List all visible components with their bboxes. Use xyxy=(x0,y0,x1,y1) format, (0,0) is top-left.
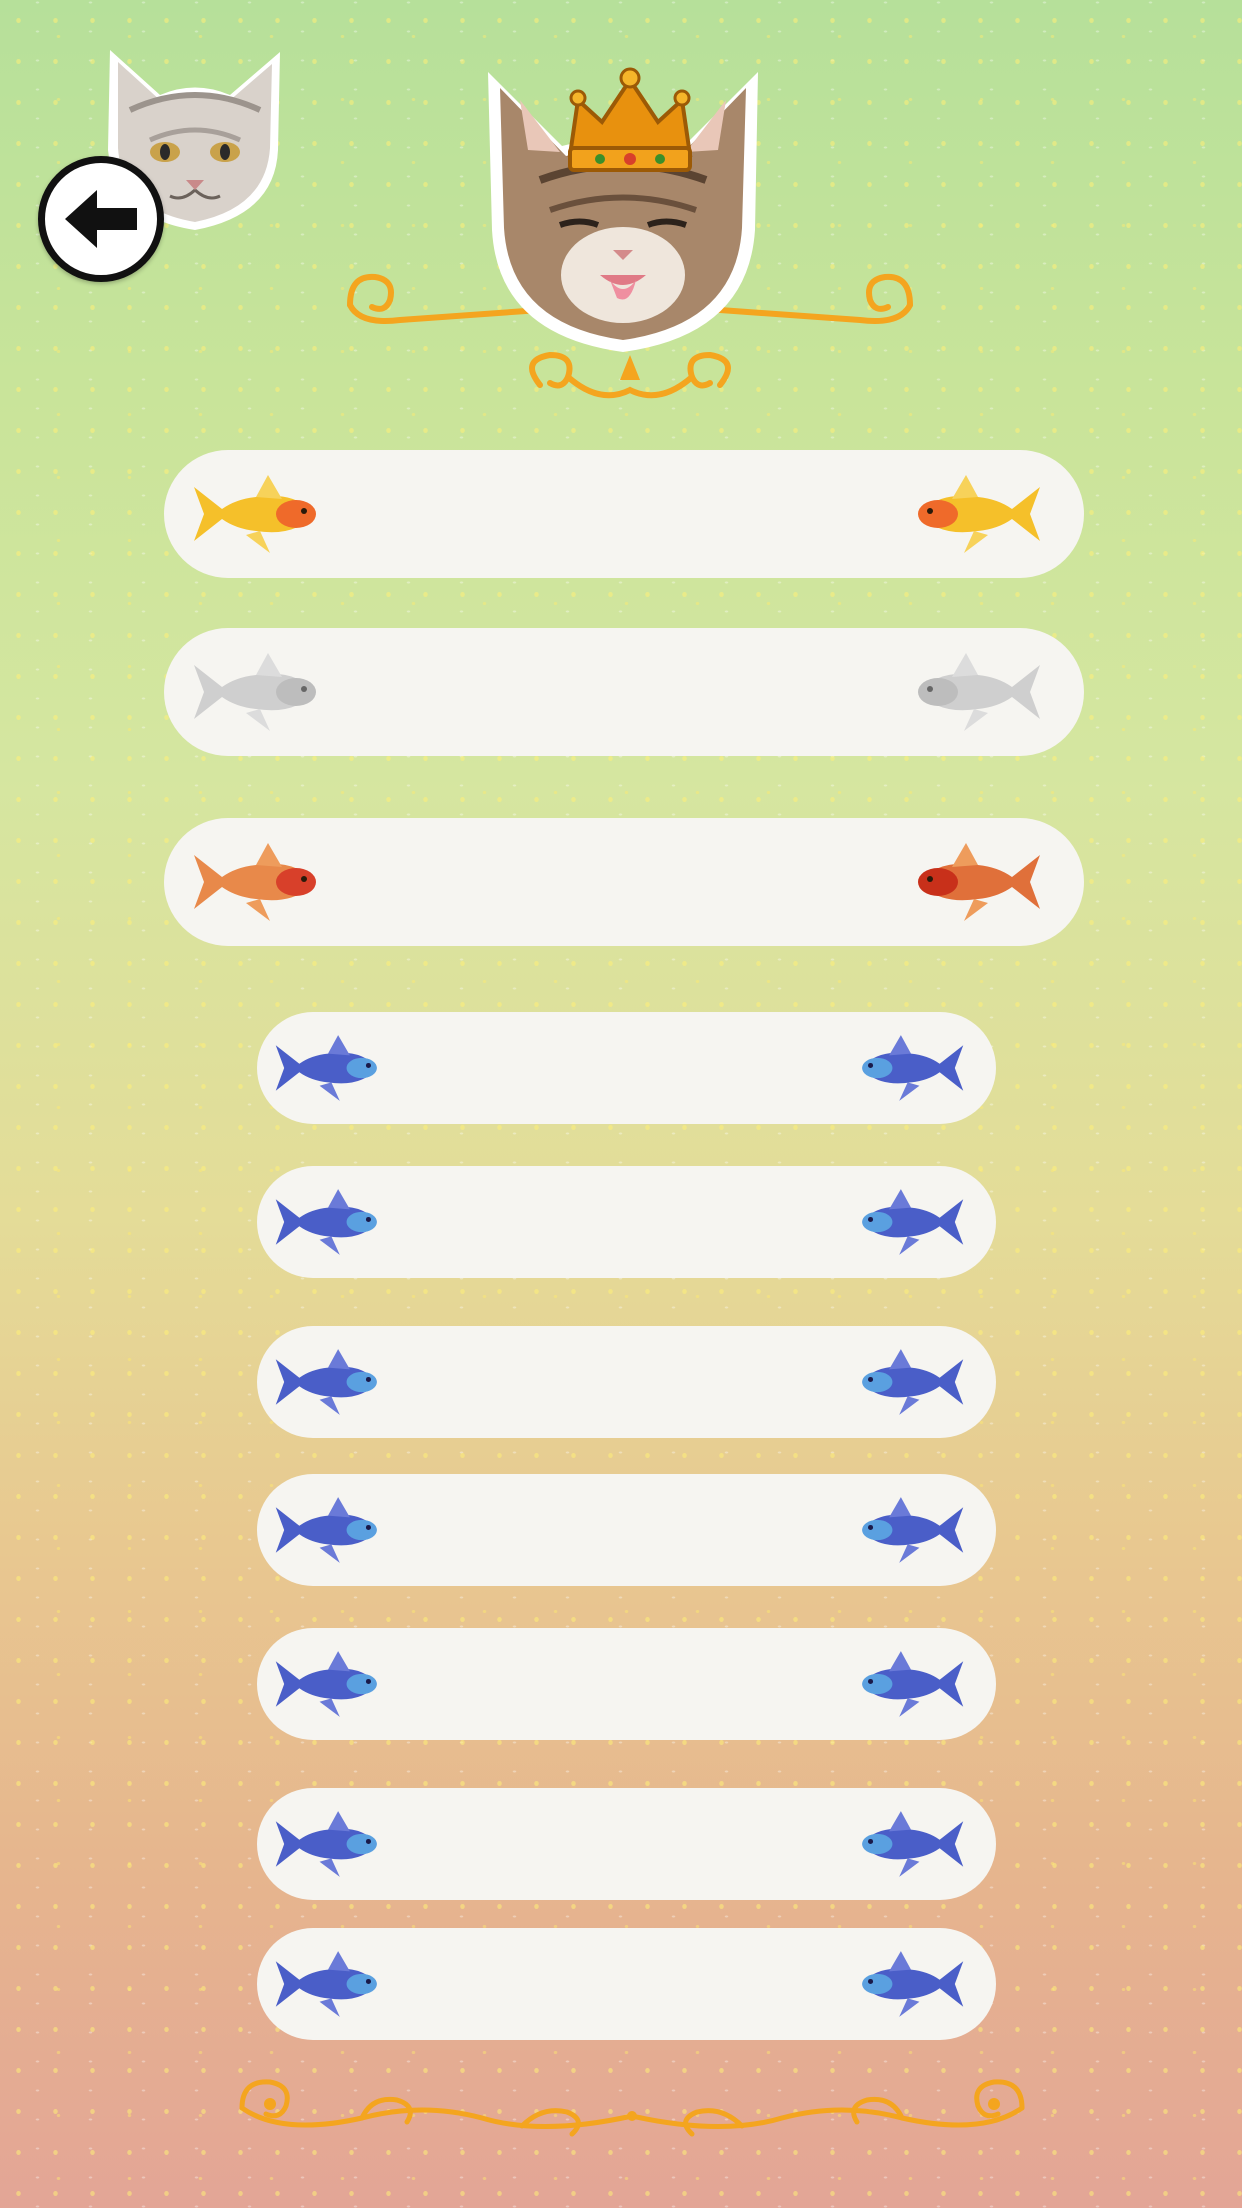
gold-fish-icon xyxy=(194,475,316,553)
leaderboard-row-10[interactable] xyxy=(257,1928,996,2040)
blue-fish-icon xyxy=(862,1189,964,1255)
bottom-flourish-ornament xyxy=(239,2079,1025,2137)
blue-fish-icon xyxy=(862,1811,964,1877)
blue-fish-icon xyxy=(275,1951,377,2017)
leaderboard-row-3[interactable] xyxy=(164,818,1084,946)
blue-fish-icon xyxy=(275,1651,377,1717)
back-button[interactable] xyxy=(38,156,164,282)
leaderboard-row-4[interactable] xyxy=(257,1012,996,1124)
leaderboard-row-8[interactable] xyxy=(257,1628,996,1740)
blue-fish-icon xyxy=(275,1035,377,1101)
silver-fish-icon xyxy=(918,653,1040,731)
leaderboard-row-5[interactable] xyxy=(257,1166,996,1278)
leaderboard-row-2[interactable] xyxy=(164,628,1084,756)
crown-icon xyxy=(567,67,693,172)
blue-fish-icon xyxy=(275,1497,377,1563)
blue-fish-icon xyxy=(862,1035,964,1101)
arrow-left-icon xyxy=(65,190,137,248)
bronze-fish-icon xyxy=(918,843,1040,921)
silver-fish-icon xyxy=(194,653,316,731)
leaderboard-row-7[interactable] xyxy=(257,1474,996,1586)
blue-fish-icon xyxy=(862,1651,964,1717)
leaderboard-row-6[interactable] xyxy=(257,1326,996,1438)
blue-fish-icon xyxy=(275,1349,377,1415)
bronze-fish-icon xyxy=(194,843,316,921)
blue-fish-icon xyxy=(862,1349,964,1415)
leaderboard-row-9[interactable] xyxy=(257,1788,996,1900)
blue-fish-icon xyxy=(275,1811,377,1877)
leaderboard-row-1[interactable] xyxy=(164,450,1084,578)
blue-fish-icon xyxy=(862,1951,964,2017)
gold-fish-icon xyxy=(918,475,1040,553)
blue-fish-icon xyxy=(275,1189,377,1255)
blue-fish-icon xyxy=(862,1497,964,1563)
